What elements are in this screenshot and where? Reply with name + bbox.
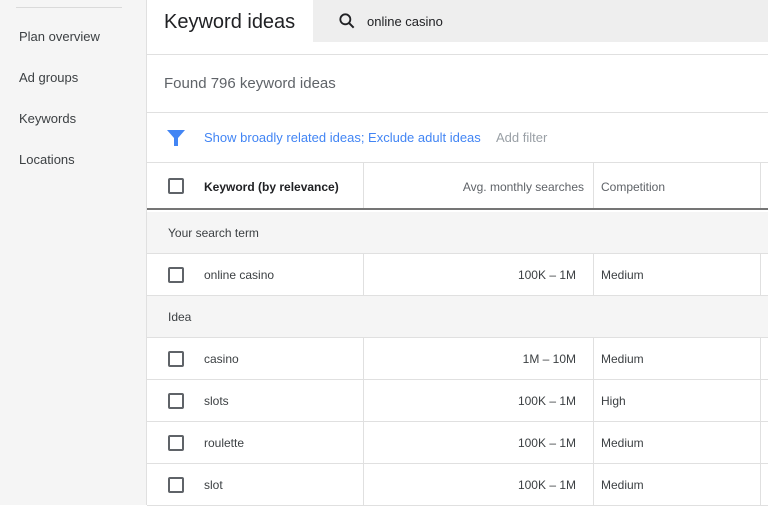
keyword-cell: slot xyxy=(204,478,223,492)
section-label: Your search term xyxy=(168,226,259,240)
sidebar: Plan overview Ad groups Keywords Locatio… xyxy=(0,0,147,505)
main-panel: Keyword ideas online casino Found 796 ke… xyxy=(147,0,768,506)
filter-icon[interactable] xyxy=(167,129,185,147)
section-header: Your search term xyxy=(147,212,768,254)
table-row: roulette 100K – 1M Medium xyxy=(147,422,768,464)
keyword-cell: roulette xyxy=(204,436,245,450)
keyword-cell: slots xyxy=(204,394,229,408)
searches-cell: 1M – 10M xyxy=(522,352,576,366)
section-label: Idea xyxy=(168,310,192,324)
table-row: online casino 100K – 1M Medium xyxy=(147,254,768,296)
row-checkbox[interactable] xyxy=(168,351,184,367)
row-checkbox[interactable] xyxy=(168,477,184,493)
competition-cell: Medium xyxy=(601,352,644,366)
row-checkbox[interactable] xyxy=(168,267,184,283)
sidebar-item-ad-groups[interactable]: Ad groups xyxy=(19,70,78,85)
table-row: slot 100K – 1M Medium xyxy=(147,464,768,506)
sidebar-item-keywords[interactable]: Keywords xyxy=(19,111,76,126)
searches-cell: 100K – 1M xyxy=(517,478,576,492)
column-header-competition[interactable]: Competition xyxy=(601,180,665,194)
results-count: Found 796 keyword ideas xyxy=(164,75,336,92)
add-filter-button[interactable]: Add filter xyxy=(496,130,547,145)
competition-cell: Medium xyxy=(601,268,644,282)
searches-cell: 100K – 1M xyxy=(517,268,576,282)
table-row: casino 1M – 10M Medium xyxy=(147,338,768,380)
active-filters-link[interactable]: Show broadly related ideas; Exclude adul… xyxy=(204,130,481,145)
search-icon xyxy=(339,13,355,29)
column-header-keyword[interactable]: Keyword (by relevance) xyxy=(204,180,339,194)
row-checkbox[interactable] xyxy=(168,435,184,451)
keyword-cell: online casino xyxy=(204,268,275,282)
competition-cell: Medium xyxy=(601,478,644,492)
column-header-searches[interactable]: Avg. monthly searches xyxy=(463,180,584,194)
searches-cell: 100K – 1M xyxy=(517,436,576,450)
competition-cell: Medium xyxy=(601,436,644,450)
searches-cell: 100K – 1M xyxy=(517,394,576,408)
competition-cell: High xyxy=(601,394,626,408)
divider xyxy=(147,112,768,113)
search-value: online casino xyxy=(367,14,443,29)
divider xyxy=(147,54,768,55)
sidebar-item-locations[interactable]: Locations xyxy=(19,152,75,167)
keyword-cell: casino xyxy=(204,352,239,366)
table-row: slots 100K – 1M High xyxy=(147,380,768,422)
page-title: Keyword ideas xyxy=(164,11,296,33)
section-header: Idea xyxy=(147,296,768,338)
divider xyxy=(16,7,122,8)
table-header: Keyword (by relevance) Avg. monthly sear… xyxy=(147,162,768,210)
sidebar-item-plan-overview[interactable]: Plan overview xyxy=(19,29,100,44)
row-checkbox[interactable] xyxy=(168,393,184,409)
select-all-checkbox[interactable] xyxy=(168,178,184,194)
search-input[interactable]: online casino xyxy=(313,0,768,42)
